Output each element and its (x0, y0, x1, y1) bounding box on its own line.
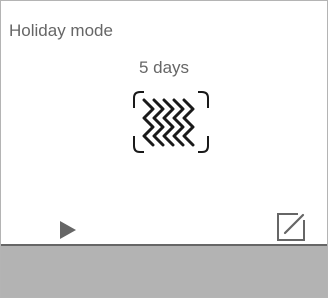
play-icon (60, 221, 76, 239)
play-button[interactable] (59, 220, 77, 240)
heating-waves-icon (133, 91, 209, 153)
screen-title: Holiday mode (9, 21, 113, 40)
device-screen: Holiday mode 5 days (0, 0, 328, 298)
edit-button[interactable] (276, 212, 306, 242)
holiday-duration-value: 5 days (138, 58, 190, 77)
edit-icon (277, 213, 305, 241)
holiday-mode-panel: Holiday mode 5 days (1, 1, 327, 244)
bottom-bar (1, 246, 327, 297)
